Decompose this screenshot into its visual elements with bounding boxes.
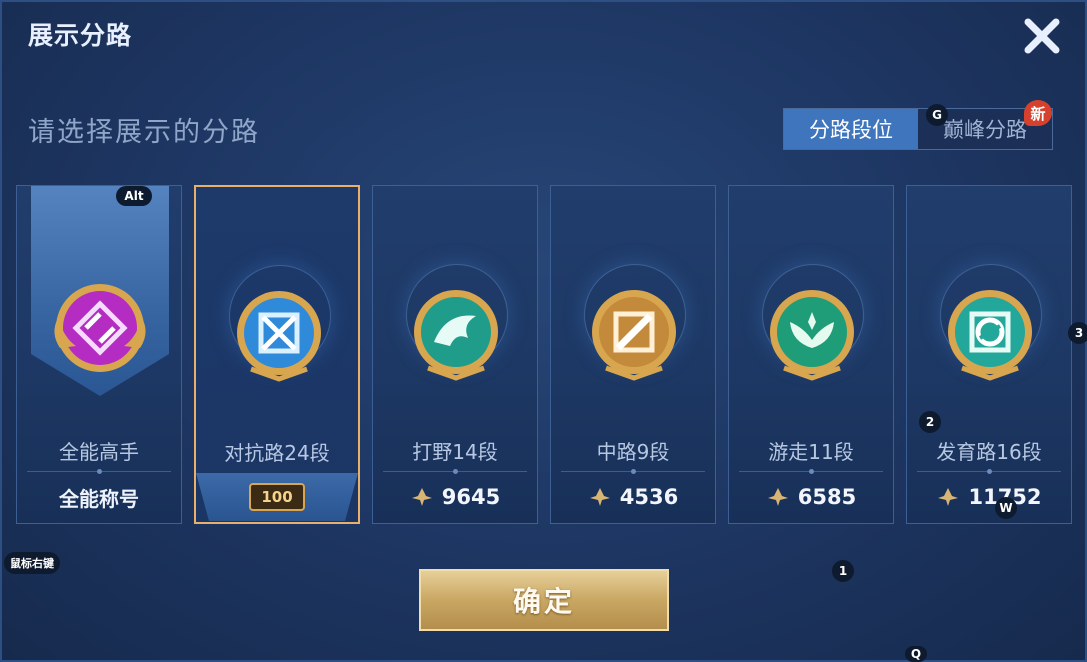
tab-key-hint: G xyxy=(926,104,948,126)
new-badge: 新 xyxy=(1024,100,1052,126)
confirm-button[interactable]: 确定 xyxy=(419,569,669,631)
all-round-emblem-icon xyxy=(54,284,146,372)
confirm-key-hint: 1 xyxy=(832,560,854,582)
route-name: 全能高手 xyxy=(59,440,139,464)
level-plate: 100 xyxy=(196,473,358,521)
w-key-hint: W xyxy=(995,497,1017,519)
alt-key-hint: Alt xyxy=(116,186,152,206)
close-icon xyxy=(1024,18,1060,54)
route-score: 9645 xyxy=(373,483,537,511)
route-name: 打野14段 xyxy=(412,440,498,464)
score-value: 4536 xyxy=(619,485,679,509)
tab-rank-routes[interactable]: 分路段位 xyxy=(784,109,918,149)
route-display-panel: 展示分路 请选择展示的分路 分路段位 巅峰分路 新 G 全能高手 全能称号 Al… xyxy=(0,0,1087,662)
route-name: 对抗路24段 xyxy=(224,441,330,465)
card-divider xyxy=(383,469,527,474)
tab-bar: 分路段位 巅峰分路 xyxy=(783,108,1053,150)
route-score: 4536 xyxy=(551,483,715,511)
route-card-clash-lane[interactable]: 对抗路24段 100 xyxy=(194,185,360,524)
level-number: 100 xyxy=(249,483,305,511)
peak-points-icon xyxy=(411,488,432,506)
route-title-label: 全能称号 xyxy=(59,487,139,511)
farm-lane-emblem-icon xyxy=(948,290,1032,381)
peak-points-icon xyxy=(767,488,788,506)
card-key-hint-2: 2 xyxy=(919,411,941,433)
peak-points-icon xyxy=(589,488,610,506)
card-divider xyxy=(739,469,883,474)
route-name: 游走11段 xyxy=(768,440,854,464)
panel-title: 展示分路 xyxy=(28,21,133,50)
route-card-farm-lane[interactable]: 发育路16段 11752 xyxy=(906,185,1072,524)
card-divider xyxy=(27,469,171,474)
close-button[interactable] xyxy=(1018,12,1066,60)
route-score: 6585 xyxy=(729,483,893,511)
route-name: 中路9段 xyxy=(596,440,670,464)
right-click-hint: 鼠标右键 xyxy=(4,552,60,574)
selection-prompt: 请选择展示的分路 xyxy=(28,117,260,148)
route-card-all-round[interactable]: 全能高手 全能称号 xyxy=(16,185,182,524)
card-divider xyxy=(561,469,705,474)
roam-emblem-icon xyxy=(770,290,854,381)
clash-lane-emblem-icon xyxy=(237,291,321,382)
route-name: 发育路16段 xyxy=(936,440,1042,464)
peak-points-icon xyxy=(938,488,959,506)
card-key-hint-3: 3 xyxy=(1068,322,1087,344)
route-card-roam[interactable]: 游走11段 6585 xyxy=(728,185,894,524)
jungle-emblem-icon xyxy=(414,290,498,381)
card-divider xyxy=(917,469,1061,474)
score-value: 9645 xyxy=(441,485,501,509)
mid-lane-emblem-icon xyxy=(592,290,676,381)
score-value: 6585 xyxy=(797,485,857,509)
route-score: 11752 xyxy=(907,483,1071,511)
q-key-hint: Q xyxy=(905,646,927,662)
route-card-mid-lane[interactable]: 中路9段 4536 xyxy=(550,185,716,524)
route-card-jungle[interactable]: 打野14段 9645 xyxy=(372,185,538,524)
